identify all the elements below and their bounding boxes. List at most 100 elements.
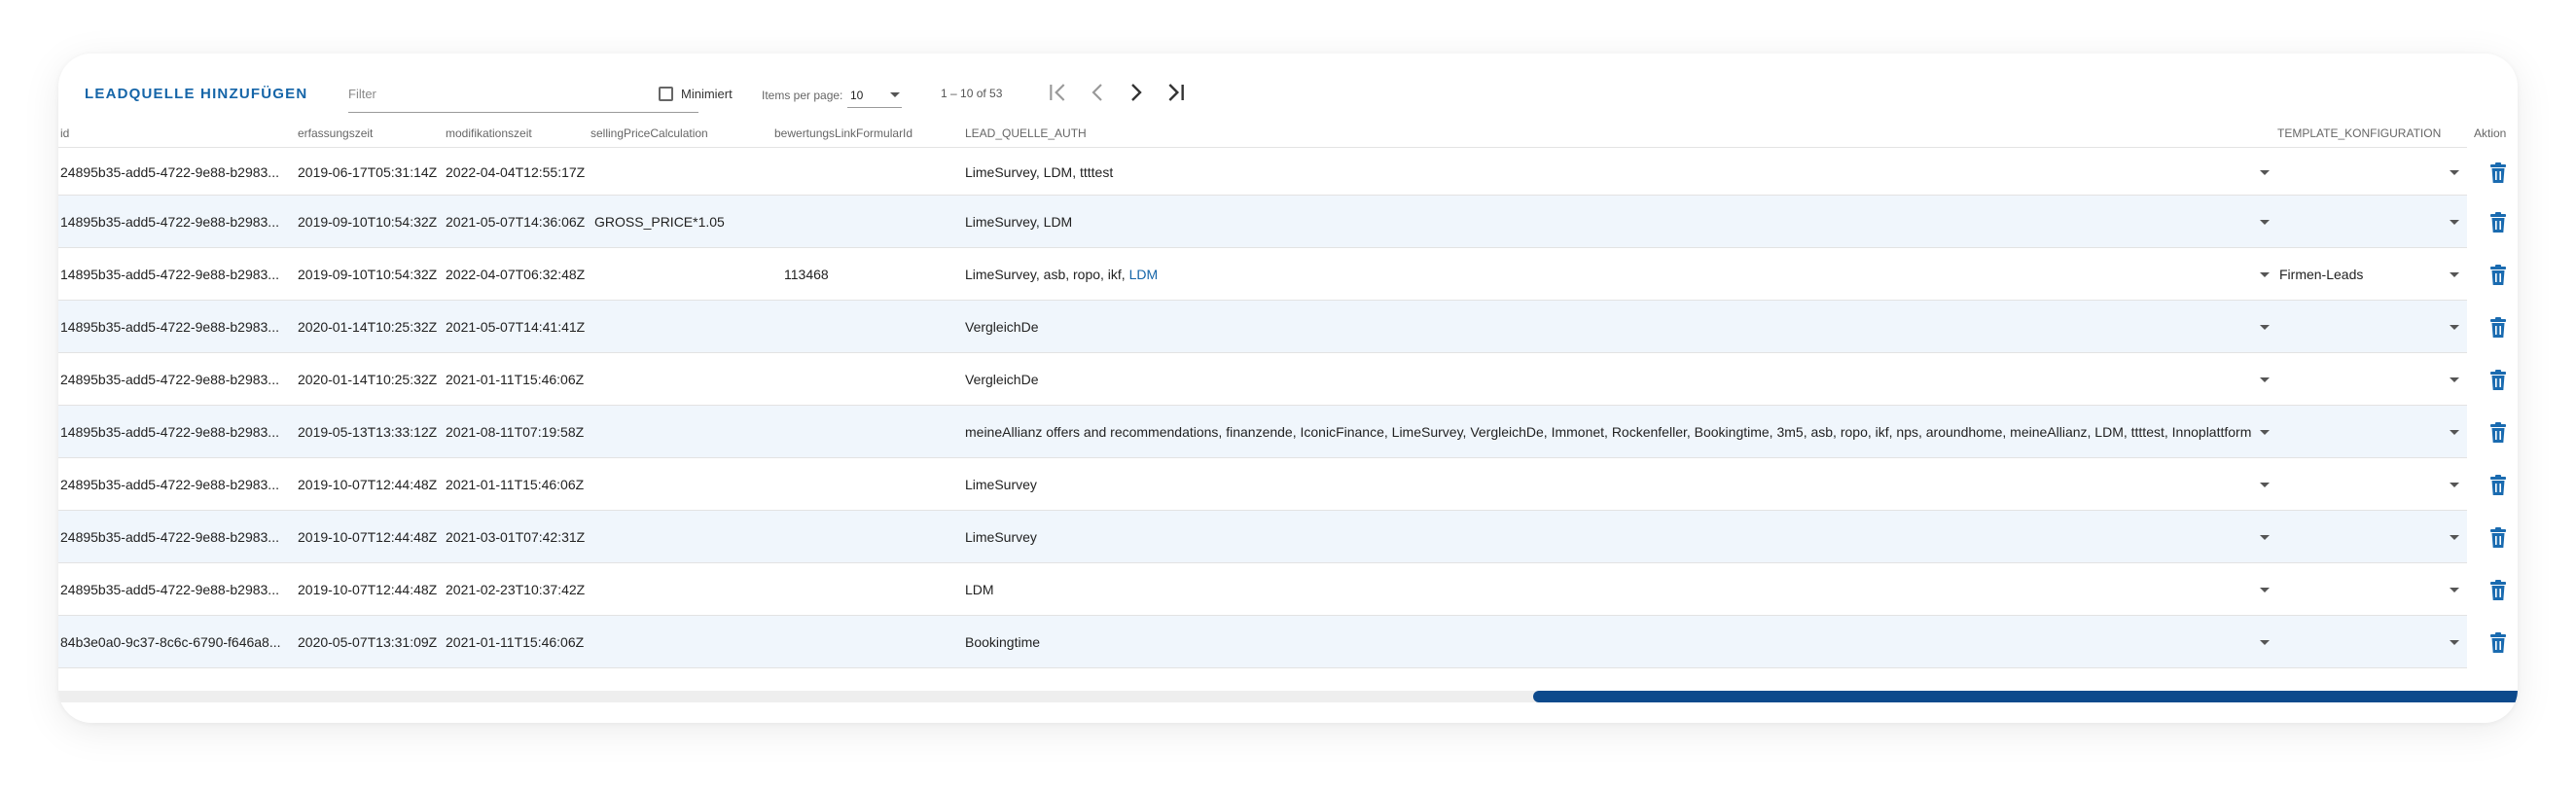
- scrollbar-thumb[interactable]: [1533, 691, 2518, 702]
- chevron-down-icon[interactable]: [2260, 483, 2270, 487]
- chevron-down-icon[interactable]: [2260, 272, 2270, 277]
- chevron-down-icon[interactable]: [2260, 377, 2270, 382]
- items-per-page-label: Items per page:: [762, 89, 843, 102]
- template-konfiguration-select[interactable]: Firmen-Leads: [2279, 267, 2445, 282]
- chevron-down-icon[interactable]: [2260, 588, 2270, 592]
- toolbar: LEADQUELLE HINZUFÜGEN Minimiert Items pe…: [58, 54, 2518, 131]
- lead-quelle-auth-value: VergleichDe: [965, 372, 1039, 387]
- cell-id: 24895b35-add5-4722-9e88-b2983...: [60, 164, 279, 180]
- leadquelle-card: LEADQUELLE HINZUFÜGEN Minimiert Items pe…: [58, 54, 2518, 723]
- col-header-selling-price-calculation[interactable]: sellingPriceCalculation: [590, 126, 708, 140]
- lead-quelle-auth-select[interactable]: LimeSurvey, LDM, ttttest: [965, 164, 2254, 180]
- chevron-down-icon[interactable]: [2450, 170, 2459, 175]
- delete-button[interactable]: [2487, 161, 2509, 185]
- col-header-aktion: Aktion: [2474, 126, 2507, 140]
- chevron-down-icon[interactable]: [2450, 640, 2459, 645]
- delete-button[interactable]: [2487, 316, 2509, 340]
- trash-icon: [2490, 580, 2506, 600]
- cell-id: 14895b35-add5-4722-9e88-b2983...: [60, 267, 279, 282]
- horizontal-scrollbar[interactable]: [58, 691, 2518, 702]
- lead-quelle-auth-value: LDM: [965, 582, 994, 597]
- delete-button[interactable]: [2487, 369, 2509, 392]
- lead-quelle-auth-select[interactable]: LimeSurvey: [965, 477, 2254, 492]
- chevron-down-icon[interactable]: [2260, 535, 2270, 540]
- delete-button[interactable]: [2487, 579, 2509, 602]
- cell-modifikationszeit: 2021-01-11T15:46:06Z: [446, 477, 585, 492]
- lead-quelle-auth-select[interactable]: LDM: [965, 582, 2254, 597]
- lead-quelle-auth-select[interactable]: LimeSurvey, LDM: [965, 214, 2254, 230]
- chevron-down-icon[interactable]: [2450, 430, 2459, 435]
- col-header-erfassungszeit[interactable]: erfassungszeit: [298, 126, 373, 140]
- cell-modifikationszeit: 2021-05-07T14:41:41Z: [446, 319, 586, 335]
- chevron-down-icon[interactable]: [2450, 325, 2459, 330]
- add-leadquelle-button[interactable]: LEADQUELLE HINZUFÜGEN: [85, 86, 307, 102]
- chevron-down-icon[interactable]: [2260, 430, 2270, 435]
- chevron-down-icon[interactable]: [2450, 588, 2459, 592]
- lead-quelle-auth-select[interactable]: LimeSurvey, asb, ropo, ikf, LDM: [965, 267, 2254, 282]
- minimiert-checkbox[interactable]: Minimiert: [659, 87, 733, 101]
- col-header-lead-quelle-auth[interactable]: LEAD_QUELLE_AUTH: [965, 126, 1087, 140]
- delete-button[interactable]: [2487, 631, 2509, 655]
- cell-id: 24895b35-add5-4722-9e88-b2983...: [60, 582, 279, 597]
- chevron-down-icon[interactable]: [2260, 170, 2270, 175]
- cell-modifikationszeit: 2021-02-23T10:37:42Z: [446, 582, 586, 597]
- chevron-down-icon[interactable]: [2450, 377, 2459, 382]
- cell-modifikationszeit: 2021-01-11T15:46:06Z: [446, 634, 585, 650]
- cell-modifikationszeit: 2022-04-07T06:32:48Z: [446, 267, 586, 282]
- chevron-down-icon[interactable]: [2450, 535, 2459, 540]
- lead-quelle-auth-value: LimeSurvey, LDM: [965, 214, 1073, 230]
- col-header-modifikationszeit[interactable]: modifikationszeit: [446, 126, 532, 140]
- filter-input[interactable]: [348, 83, 698, 101]
- next-page-button[interactable]: [1121, 77, 1152, 108]
- delete-button[interactable]: [2487, 526, 2509, 550]
- table-row: 24895b35-add5-4722-9e88-b2983... 2019-10-…: [58, 457, 2506, 511]
- col-header-id[interactable]: id: [60, 126, 69, 140]
- chevron-right-icon: [1131, 84, 1142, 101]
- lead-quelle-auth-select[interactable]: VergleichDe: [965, 319, 2254, 335]
- chevron-left-icon: [1091, 84, 1102, 101]
- delete-button[interactable]: [2487, 211, 2509, 234]
- trash-icon: [2490, 212, 2506, 233]
- lead-quelle-auth-highlight: LDM: [1128, 267, 1159, 282]
- lead-quelle-auth-select[interactable]: meineAllianz offers and recommendations,…: [965, 424, 2254, 440]
- trash-icon: [2490, 162, 2506, 183]
- chevron-down-icon[interactable]: [2260, 640, 2270, 645]
- table-bottom-border: [58, 667, 2467, 668]
- delete-button[interactable]: [2487, 264, 2509, 287]
- items-per-page-value: 10: [850, 89, 864, 102]
- lead-quelle-auth-select[interactable]: Bookingtime: [965, 634, 2254, 650]
- col-header-template-konfiguration[interactable]: TEMPLATE_KONFIGURATION: [2277, 126, 2441, 140]
- cell-id: 84b3e0a0-9c37-8c6c-6790-f646a8...: [60, 634, 281, 650]
- chevron-down-icon[interactable]: [2450, 483, 2459, 487]
- chevron-down-icon[interactable]: [2260, 325, 2270, 330]
- chevron-down-icon: [890, 92, 900, 97]
- cell-erfassungszeit: 2020-01-14T10:25:32Z: [298, 372, 438, 387]
- col-header-bewertungs-link-formular-id[interactable]: bewertungsLinkFormularId: [774, 126, 912, 140]
- lead-quelle-auth-value: LimeSurvey: [965, 529, 1037, 545]
- cell-modifikationszeit: 2021-01-11T15:46:06Z: [446, 372, 585, 387]
- table-row: 24895b35-add5-4722-9e88-b2983... 2019-06-…: [58, 147, 2506, 196]
- cell-modifikationszeit: 2021-08-11T07:19:58Z: [446, 424, 585, 440]
- lead-quelle-auth-select[interactable]: VergleichDe: [965, 372, 2254, 387]
- first-page-button[interactable]: [1042, 77, 1073, 108]
- last-page-button[interactable]: [1161, 77, 1192, 108]
- items-per-page-select[interactable]: 10: [847, 84, 902, 108]
- lead-quelle-auth-value: LimeSurvey, LDM, ttttest: [965, 164, 1114, 180]
- checkbox-box[interactable]: [659, 87, 673, 101]
- filter-field[interactable]: [348, 83, 698, 113]
- table-row: 14895b35-add5-4722-9e88-b2983... 2019-09-…: [58, 247, 2506, 301]
- chevron-down-icon[interactable]: [2450, 272, 2459, 277]
- lead-quelle-auth-select[interactable]: LimeSurvey: [965, 529, 2254, 545]
- table-row: 14895b35-add5-4722-9e88-b2983... 2019-05-…: [58, 405, 2506, 458]
- delete-button[interactable]: [2487, 474, 2509, 497]
- table-row: 84b3e0a0-9c37-8c6c-6790-f646a8... 2020-05…: [58, 615, 2506, 668]
- chevron-down-icon[interactable]: [2450, 220, 2459, 225]
- pagination-range: 1 – 10 of 53: [941, 87, 1003, 100]
- previous-page-button[interactable]: [1082, 77, 1113, 108]
- lead-quelle-auth-value: Bookingtime: [965, 634, 1041, 650]
- delete-button[interactable]: [2487, 421, 2509, 445]
- chevron-down-icon[interactable]: [2260, 220, 2270, 225]
- trash-icon: [2490, 370, 2506, 390]
- table-row: 14895b35-add5-4722-9e88-b2983... 2019-09-…: [58, 195, 2506, 248]
- trash-icon: [2490, 527, 2506, 548]
